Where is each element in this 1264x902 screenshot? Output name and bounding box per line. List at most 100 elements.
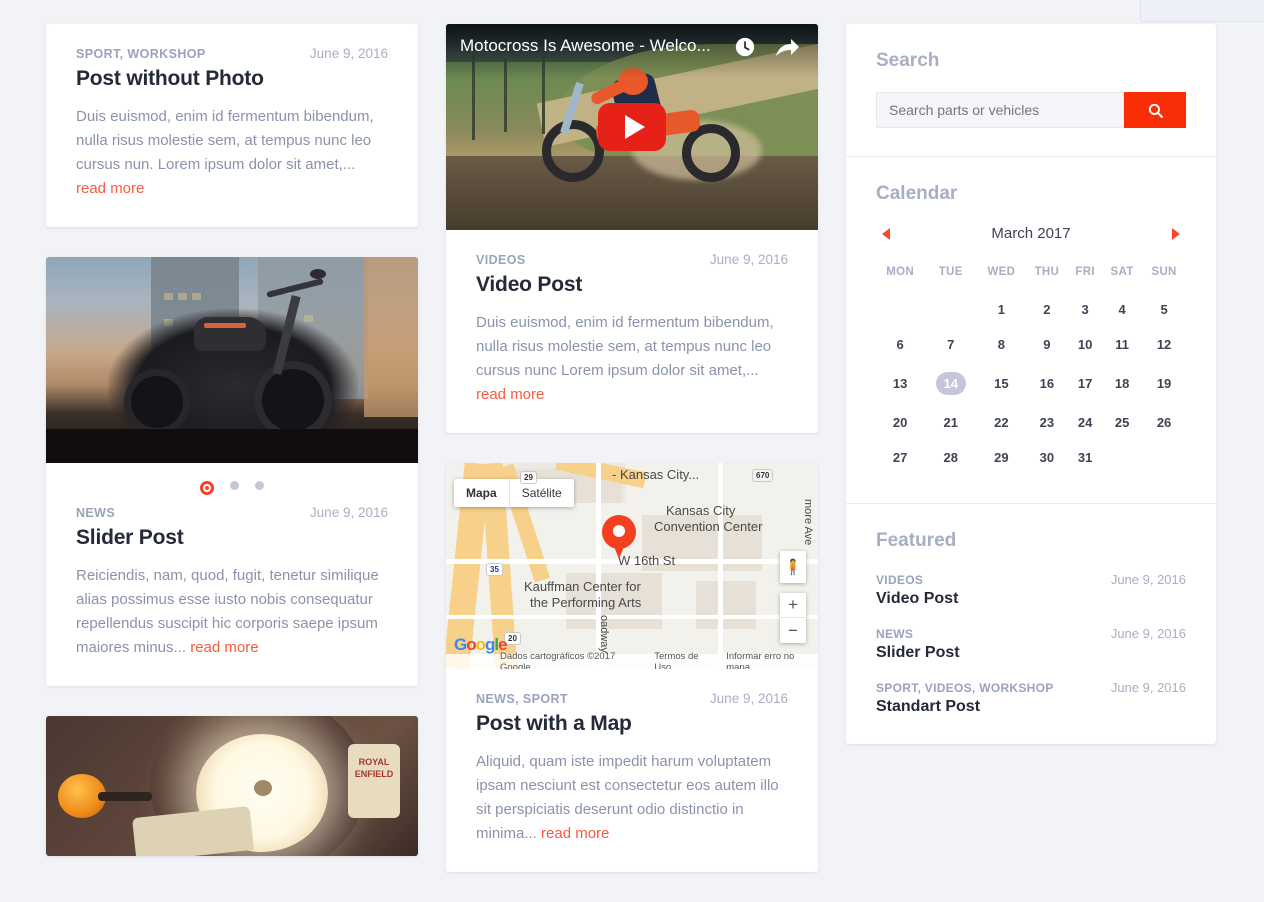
calendar-day[interactable]: 15 — [977, 362, 1025, 405]
featured-categories[interactable]: NEWS — [876, 627, 913, 641]
search-submit-button[interactable] — [1124, 92, 1186, 128]
featured-title[interactable]: Video Post — [876, 590, 1186, 608]
chevron-left-icon[interactable] — [882, 227, 890, 240]
calendar-day[interactable]: 31 — [1068, 440, 1102, 475]
calendar-day[interactable]: 29 — [977, 440, 1025, 475]
featured-date: June 9, 2016 — [1110, 572, 1186, 587]
read-more-link[interactable]: read more — [76, 180, 144, 197]
slider-dot-1[interactable] — [200, 481, 214, 495]
post-title[interactable]: Slider Post — [76, 526, 388, 550]
post-card-without-photo[interactable]: SPORT, WORKSHOP June 9, 2016 Post withou… — [46, 24, 418, 227]
map-road — [446, 615, 818, 619]
play-button-icon[interactable] — [598, 103, 666, 151]
read-more-link[interactable]: read more — [476, 386, 544, 403]
calendar-day[interactable]: 22 — [977, 405, 1025, 440]
map-label-kansas-city: Kansas City — [666, 503, 736, 518]
map-tab-mapa[interactable]: Mapa — [454, 479, 510, 507]
calendar-weekday-row: MON TUE WED THU FRI SAT SUN — [876, 258, 1186, 292]
indicator-stem — [98, 792, 152, 801]
bike-front-wheel — [254, 361, 332, 439]
calendar-day[interactable]: 2 — [1026, 292, 1069, 327]
bike-rear-wheel — [542, 120, 604, 182]
post-card-video[interactable]: Motocross Is Awesome - Welco... VIDEOS J… — [446, 24, 818, 433]
left-column: SPORT, WORKSHOP June 9, 2016 Post withou… — [46, 24, 418, 902]
post-title[interactable]: Video Post — [476, 273, 788, 297]
clock-icon[interactable] — [734, 36, 756, 58]
street-view-pegman-icon[interactable]: 🧍 — [780, 551, 806, 583]
read-more-link[interactable]: read more — [190, 639, 258, 656]
featured-meta: NEWS June 9, 2016 — [876, 626, 1186, 641]
search-input[interactable] — [876, 92, 1124, 128]
slider-dot-2[interactable] — [230, 481, 239, 490]
featured-item[interactable]: SPORT, VIDEOS, WORKSHOP June 9, 2016 Sta… — [876, 680, 1186, 716]
calendar-day[interactable]: 19 — [1142, 362, 1186, 405]
featured-categories[interactable]: VIDEOS — [876, 573, 923, 587]
calendar-day[interactable]: 26 — [1142, 405, 1186, 440]
calendar-day[interactable]: 20 — [876, 405, 924, 440]
read-more-link[interactable]: read more — [541, 825, 609, 842]
calendar-day-today[interactable]: 14 — [924, 362, 977, 405]
bike-front-wheel — [682, 124, 740, 182]
calendar-day[interactable]: 12 — [1142, 327, 1186, 362]
featured-title[interactable]: Slider Post — [876, 644, 1186, 662]
calendar-day[interactable]: 10 — [1068, 327, 1102, 362]
post-title[interactable]: Post without Photo — [76, 67, 388, 91]
calendar-day[interactable]: 21 — [924, 405, 977, 440]
map-pin-icon[interactable] — [602, 515, 636, 559]
motorcycle-photo — [46, 257, 418, 463]
calendar-day[interactable]: 7 — [924, 327, 977, 362]
video-actions[interactable] — [734, 36, 800, 58]
calendar-day[interactable]: 4 — [1102, 292, 1142, 327]
featured-item[interactable]: NEWS June 9, 2016 Slider Post — [876, 626, 1186, 662]
map-type-control[interactable]: Mapa Satélite — [454, 479, 574, 507]
calendar-day[interactable]: 28 — [924, 440, 977, 475]
post-categories[interactable]: NEWS — [76, 506, 115, 520]
post-categories[interactable]: VIDEOS — [476, 253, 526, 267]
calendar-day[interactable]: 9 — [1026, 327, 1069, 362]
calendar-day[interactable]: 30 — [1026, 440, 1069, 475]
weekday-thu: THU — [1034, 266, 1060, 278]
calendar-day[interactable]: 3 — [1068, 292, 1102, 327]
calendar-day-empty — [924, 292, 977, 327]
post-card-map[interactable]: Mapa Satélite 29 670 35 20 - Kansas City… — [446, 463, 818, 872]
calendar-day[interactable]: 11 — [1102, 327, 1142, 362]
excerpt-text: Aliquid, quam iste impedit harum volupta… — [476, 753, 779, 842]
featured-categories[interactable]: SPORT, VIDEOS, WORKSHOP — [876, 681, 1054, 695]
post-card-slider[interactable]: NEWS June 9, 2016 Slider Post Reiciendis… — [46, 257, 418, 686]
calendar-day[interactable]: 27 — [876, 440, 924, 475]
calendar-day[interactable]: 8 — [977, 327, 1025, 362]
featured-title[interactable]: Standart Post — [876, 698, 1186, 716]
sidebar: Search Calendar March 2017 — [846, 24, 1216, 902]
post-title[interactable]: Post with a Map — [476, 712, 788, 736]
calendar-day[interactable]: 24 — [1068, 405, 1102, 440]
chevron-right-icon[interactable] — [1172, 227, 1180, 240]
calendar-day[interactable]: 23 — [1026, 405, 1069, 440]
map-report-link[interactable]: Informar erro no mapa — [726, 651, 818, 670]
calendar-day[interactable]: 13 — [876, 362, 924, 405]
post-card-headlight[interactable]: ROYAL ENFIELD — [46, 716, 418, 856]
calendar-day[interactable]: 5 — [1142, 292, 1186, 327]
calendar-day[interactable]: 18 — [1102, 362, 1142, 405]
zoom-out-button[interactable]: − — [780, 618, 806, 643]
map-label-convention-center: Convention Center — [654, 519, 763, 534]
google-map-embed[interactable]: Mapa Satélite 29 670 35 20 - Kansas City… — [446, 463, 818, 669]
map-zoom-controls[interactable]: + − — [780, 593, 806, 643]
calendar-day[interactable]: 25 — [1102, 405, 1142, 440]
calendar-day[interactable]: 16 — [1026, 362, 1069, 405]
calendar-day[interactable]: 17 — [1068, 362, 1102, 405]
slider-dots[interactable] — [46, 463, 418, 499]
post-categories[interactable]: NEWS, SPORT — [476, 692, 568, 706]
weekday-tue: TUE — [938, 266, 963, 278]
zoom-in-button[interactable]: + — [780, 593, 806, 618]
calendar-day[interactable]: 6 — [876, 327, 924, 362]
post-date: June 9, 2016 — [309, 505, 388, 520]
youtube-embed[interactable]: Motocross Is Awesome - Welco... — [446, 24, 818, 230]
slider-dot-3[interactable] — [255, 481, 264, 490]
map-tab-satelite[interactable]: Satélite — [510, 479, 574, 507]
blog-layout: SPORT, WORKSHOP June 9, 2016 Post withou… — [0, 0, 1264, 902]
post-categories[interactable]: SPORT, WORKSHOP — [76, 47, 206, 61]
featured-item[interactable]: VIDEOS June 9, 2016 Video Post — [876, 572, 1186, 608]
calendar-day[interactable]: 1 — [977, 292, 1025, 327]
map-terms-link[interactable]: Termos de Uso — [654, 651, 716, 670]
share-icon[interactable] — [774, 36, 800, 58]
